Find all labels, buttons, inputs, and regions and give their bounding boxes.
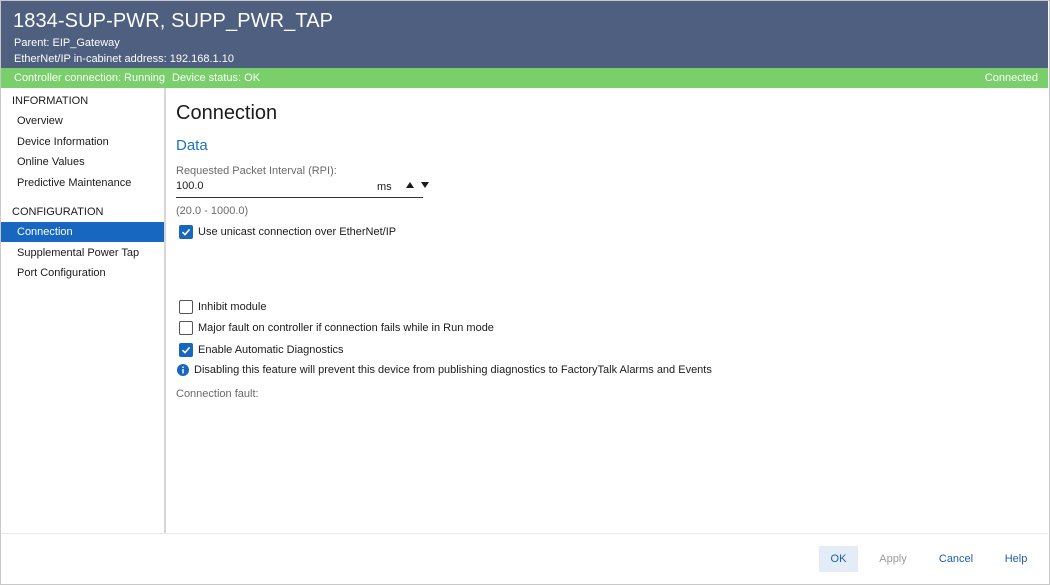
info-text: Disabling this feature will prevent this… [194,364,712,376]
unicast-checkbox[interactable] [179,225,193,239]
main-content: Connection Data Requested Packet Interva… [166,88,1048,533]
sidebar-item-supplemental-power-tap[interactable]: Supplemental Power Tap [1,243,164,263]
help-button[interactable]: Help [996,546,1036,572]
rpi-range: (20.0 - 1000.0) [176,205,249,217]
check-icon [181,346,191,354]
auto-diagnostics-checkbox[interactable] [179,343,193,357]
sidebar-item-label: Overview [17,115,63,127]
sidebar-item-connection[interactable]: Connection [1,222,164,242]
sidebar: INFORMATION Overview Device Information … [1,88,166,533]
sidebar-item-label: Port Configuration [17,267,106,279]
check-icon [181,228,191,236]
unicast-label: Use unicast connection over EtherNet/IP [198,226,397,238]
sidebar-item-predictive-maintenance[interactable]: Predictive Maintenance [1,173,164,193]
footer: OK Apply Cancel Help [1,533,1048,584]
page-title: Connection [176,102,278,124]
sidebar-item-label: Predictive Maintenance [17,177,132,189]
triangle-up-icon[interactable] [405,180,415,190]
apply-button[interactable]: Apply [869,546,917,572]
section-title-data: Data [176,137,208,154]
device-title: 1834-SUP-PWR, SUPP_PWR_TAP [13,10,334,32]
triangle-down-icon[interactable] [420,180,430,190]
rpi-input[interactable] [176,178,366,194]
sidebar-item-port-configuration[interactable]: Port Configuration [1,263,164,283]
sidebar-item-label: Supplemental Power Tap [17,247,140,259]
parent-label: Parent: EIP_Gateway [14,37,120,49]
connection-fault-label: Connection fault: [176,388,259,400]
header: 1834-SUP-PWR, SUPP_PWR_TAP Parent: EIP_G… [1,1,1048,68]
sidebar-item-device-information[interactable]: Device Information [1,132,164,152]
controller-connection-status: Controller connection: Running [14,72,166,84]
inhibit-module-checkbox[interactable] [179,300,193,314]
major-fault-checkbox[interactable] [179,321,193,335]
sidebar-item-online-values[interactable]: Online Values [1,152,164,172]
inhibit-module-label: Inhibit module [198,301,267,313]
cancel-button[interactable]: Cancel [931,546,981,572]
rpi-field: ms [176,177,429,198]
sidebar-item-label: Online Values [17,156,85,168]
ok-button[interactable]: OK [819,546,858,572]
rpi-label: Requested Packet Interval (RPI): [176,165,337,177]
connected-status: Connected [984,72,1038,84]
sidebar-header-information: INFORMATION [12,95,89,107]
device-status: Device status: OK [172,72,261,84]
info-icon [177,364,189,376]
status-bar: Controller connection: Running Device st… [1,68,1048,88]
sidebar-item-overview[interactable]: Overview [1,111,164,131]
sidebar-item-label: Connection [17,226,73,238]
auto-diagnostics-label: Enable Automatic Diagnostics [198,344,344,356]
address-label: EtherNet/IP in-cabinet address: 192.168.… [14,53,234,65]
major-fault-label: Major fault on controller if connection … [198,322,494,334]
sidebar-header-configuration: CONFIGURATION [12,206,104,218]
sidebar-item-label: Device Information [17,136,109,148]
rpi-unit: ms [377,181,392,193]
